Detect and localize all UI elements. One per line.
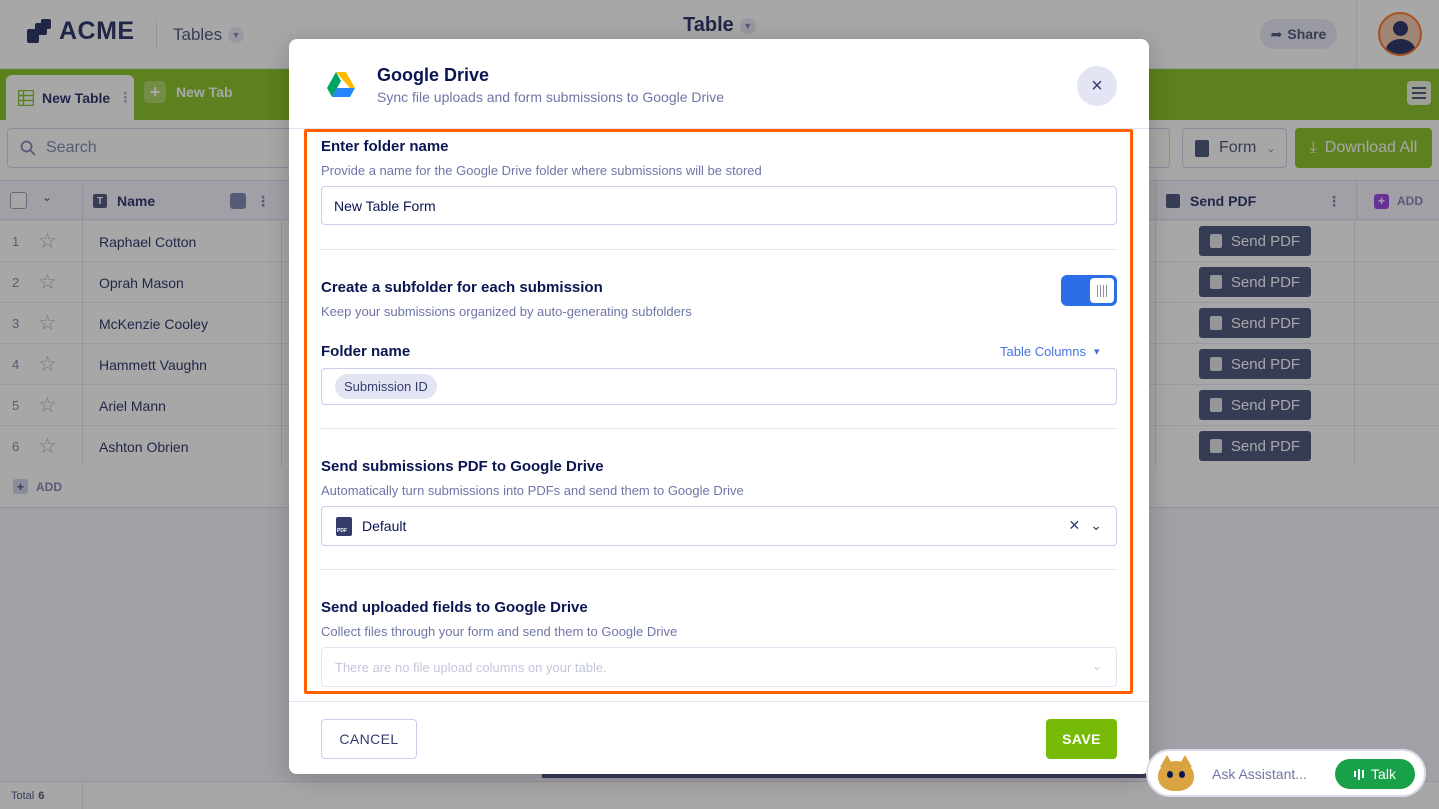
subfolder-description: Keep your submissions organized by auto-… [321, 304, 692, 319]
submission-id-chip[interactable]: Submission ID [335, 374, 437, 399]
upload-fields-select[interactable]: There are no file upload columns on your… [321, 647, 1117, 687]
section-divider [321, 249, 1117, 250]
subfolder-toggle[interactable] [1061, 275, 1117, 306]
folder-name-label: Folder name [321, 343, 411, 360]
table-columns-label: Table Columns [1000, 344, 1086, 359]
chevron-down-icon[interactable]: ⌄ [1090, 517, 1102, 534]
talk-label: Talk [1371, 766, 1396, 782]
modal-footer: CANCEL SAVE [289, 701, 1149, 774]
section-divider [321, 569, 1117, 570]
uploads-section-title: Send uploaded fields to Google Drive [321, 599, 588, 616]
table-columns-dropdown[interactable]: Table Columns ▾ [1000, 344, 1100, 359]
close-icon: × [1091, 74, 1103, 97]
audio-bars-icon [1354, 768, 1365, 780]
ask-assistant-placeholder[interactable]: Ask Assistant... [1212, 766, 1307, 782]
google-drive-icon [327, 72, 355, 97]
save-button[interactable]: SAVE [1046, 719, 1117, 759]
section-divider [321, 428, 1117, 429]
subfolder-title: Create a subfolder for each submission [321, 279, 603, 296]
chevron-down-icon: ▾ [1094, 346, 1100, 358]
pdf-template-select[interactable]: PDF Default ✕ ⌄ [321, 506, 1117, 546]
folder-name-title: Enter folder name [321, 138, 449, 155]
chevron-down-icon: ⌄ [1091, 659, 1102, 673]
ask-assistant-widget[interactable]: Ask Assistant... Talk [1146, 749, 1426, 797]
clear-icon[interactable]: ✕ [1069, 517, 1081, 534]
pdf-section-description: Automatically turn submissions into PDFs… [321, 483, 744, 498]
modal-header: Google Drive Sync file uploads and form … [289, 39, 1149, 129]
talk-button[interactable]: Talk [1335, 759, 1415, 789]
modal-subtitle: Sync file uploads and form submissions t… [377, 89, 725, 105]
pdf-file-icon: PDF [336, 516, 352, 536]
folder-name-input[interactable]: New Table Form [321, 186, 1117, 225]
subfolder-name-input[interactable]: Submission ID [321, 368, 1117, 405]
modal-body[interactable]: Enter folder name Provide a name for the… [289, 129, 1149, 702]
google-drive-modal: Google Drive Sync file uploads and form … [289, 39, 1149, 774]
pdf-section-title: Send submissions PDF to Google Drive [321, 458, 604, 475]
pdf-template-value: Default [362, 518, 407, 534]
toggle-knob [1090, 278, 1114, 303]
close-button[interactable]: × [1077, 66, 1117, 106]
folder-name-description: Provide a name for the Google Drive fold… [321, 163, 762, 178]
uploads-section-description: Collect files through your form and send… [321, 624, 678, 639]
upload-fields-placeholder: There are no file upload columns on your… [335, 659, 607, 675]
assistant-cat-icon [1156, 755, 1196, 793]
modal-title: Google Drive [377, 65, 490, 85]
cancel-button[interactable]: CANCEL [321, 719, 417, 759]
